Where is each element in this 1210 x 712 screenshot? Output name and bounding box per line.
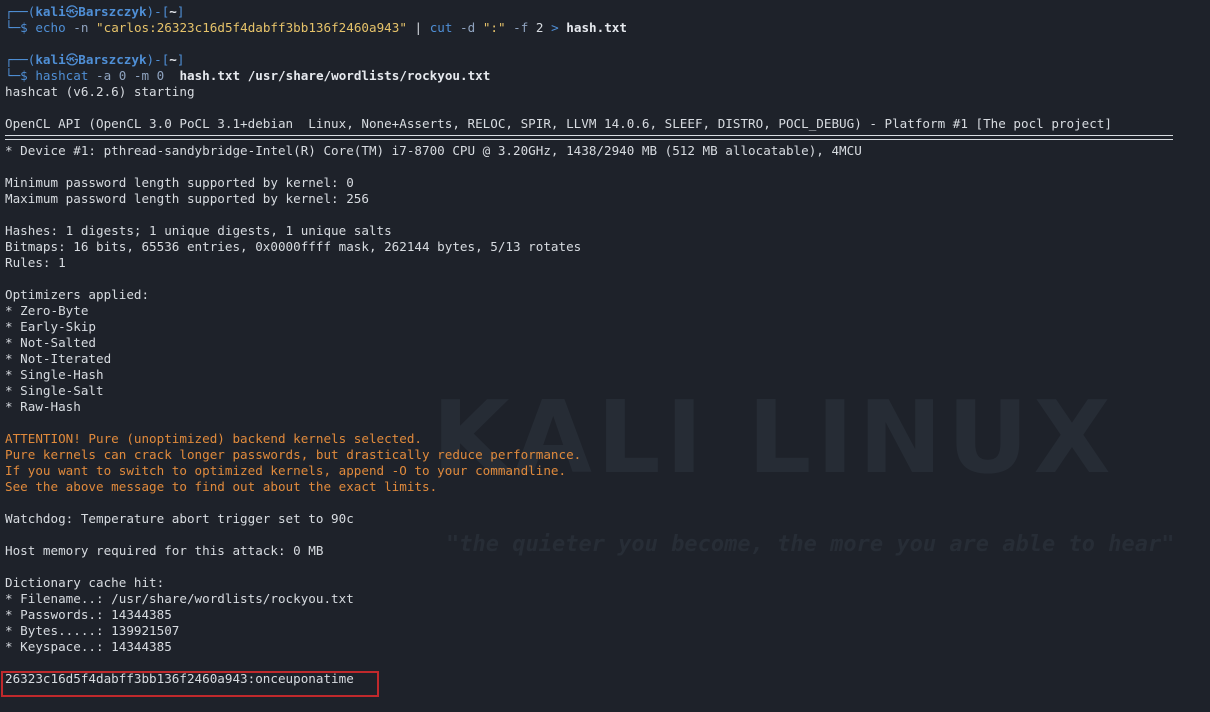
- output-starting: hashcat (v6.2.6) starting: [5, 84, 195, 99]
- separator-line: [5, 135, 1173, 140]
- dictionary-item: * Bytes.....: 139921507: [5, 623, 180, 638]
- output-opencl: OpenCL API (OpenCL 3.0 PoCL 3.1+debian L…: [5, 116, 1112, 131]
- optimizer-item: * Single-Hash: [5, 367, 104, 382]
- output-min-password: Minimum password length supported by ker…: [5, 175, 354, 190]
- optimizer-item: * Raw-Hash: [5, 399, 81, 414]
- dictionary-item: * Filename..: /usr/share/wordlists/rocky…: [5, 591, 354, 606]
- dictionary-item: * Passwords.: 14344385: [5, 607, 172, 622]
- optimizer-item: * Single-Salt: [5, 383, 104, 398]
- cracked-result-highlight: [1, 671, 379, 697]
- kali-skull-icon: ㉿: [65, 52, 79, 67]
- prompt-line-top: ┌──(kali㉿Barszczyk)-[~]: [5, 52, 185, 67]
- output-device: * Device #1: pthread-sandybridge-Intel(R…: [5, 143, 862, 158]
- command-line-echo: └─$ echo -n "carlos:26323c16d5f4dabff3bb…: [5, 20, 627, 35]
- dictionary-title: Dictionary cache hit:: [5, 575, 165, 590]
- output-bitmaps: Bitmaps: 16 bits, 65536 entries, 0x0000f…: [5, 239, 582, 254]
- output-max-password: Maximum password length supported by ker…: [5, 191, 369, 206]
- output-rules: Rules: 1: [5, 255, 66, 270]
- output-host-memory: Host memory required for this attack: 0 …: [5, 543, 324, 558]
- optimizer-item: * Not-Salted: [5, 335, 96, 350]
- optimizers-title: Optimizers applied:: [5, 287, 150, 302]
- terminal-output[interactable]: ┌──(kali㉿Barszczyk)-[~] └─$ echo -n "car…: [5, 4, 1210, 687]
- output-hashes: Hashes: 1 digests; 1 unique digests, 1 u…: [5, 223, 392, 238]
- optimizer-item: * Early-Skip: [5, 319, 96, 334]
- attention-line: Pure kernels can crack longer passwords,…: [5, 447, 582, 462]
- attention-line: See the above message to find out about …: [5, 479, 438, 494]
- attention-line: If you want to switch to optimized kerne…: [5, 463, 567, 478]
- output-watchdog: Watchdog: Temperature abort trigger set …: [5, 511, 354, 526]
- command-line-hashcat: └─$ hashcat -a 0 -m 0 hash.txt /usr/shar…: [5, 68, 491, 83]
- prompt-line-top: ┌──(kali㉿Barszczyk)-[~]: [5, 4, 185, 19]
- attention-line: ATTENTION! Pure (unoptimized) backend ke…: [5, 431, 423, 446]
- kali-skull-icon: ㉿: [65, 4, 79, 19]
- optimizer-item: * Zero-Byte: [5, 303, 89, 318]
- dictionary-item: * Keyspace..: 14344385: [5, 639, 172, 654]
- optimizer-item: * Not-Iterated: [5, 351, 112, 366]
